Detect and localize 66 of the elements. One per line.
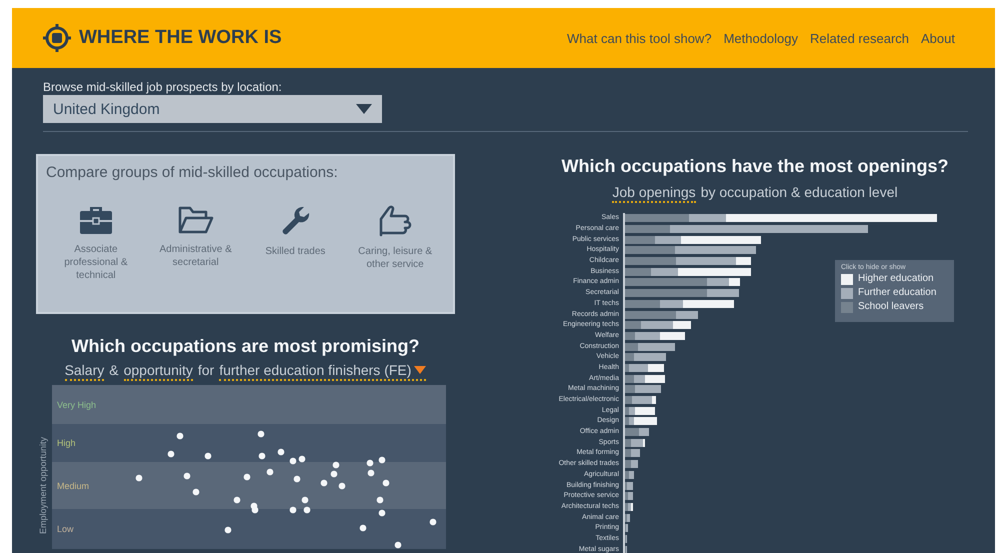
section-title: Which occupations are most promising? (71, 335, 420, 358)
stacked-bar[interactable] (625, 300, 734, 308)
stacked-bar[interactable] (625, 353, 666, 362)
stacked-bar[interactable] (625, 364, 664, 372)
stacked-bar[interactable] (625, 289, 739, 298)
selector-link[interactable]: Job openings (612, 183, 696, 203)
selector-link[interactable]: further education finishers (FE) (219, 361, 426, 381)
wrench-icon (280, 205, 310, 237)
stacked-bar[interactable] (625, 482, 633, 490)
nav-link[interactable]: About (921, 30, 955, 46)
stacked-bar[interactable] (625, 514, 630, 522)
selector-link[interactable]: Salary (64, 361, 104, 381)
stacked-bar[interactable] (625, 278, 740, 286)
stacked-bar[interactable] (625, 428, 649, 436)
stacked-bar[interactable] (625, 342, 675, 351)
stacked-bar[interactable] (625, 257, 751, 266)
stacked-bar[interactable] (625, 225, 868, 234)
nav-link[interactable]: What can this tool show? (567, 30, 712, 46)
stacked-bar[interactable] (625, 524, 628, 532)
selector-link[interactable]: opportunity (124, 361, 193, 381)
stacked-bar[interactable] (625, 470, 634, 479)
legend-item[interactable]: Higher education (841, 273, 948, 285)
site-title[interactable]: WHERE THE WORK IS (79, 27, 282, 49)
stacked-bar[interactable] (625, 310, 698, 319)
stacked-bar[interactable] (625, 268, 751, 276)
band-label: Very High (57, 400, 96, 410)
stacked-bar[interactable] (625, 321, 691, 330)
legend-item[interactable]: Further education (841, 287, 948, 299)
stacked-bar[interactable] (625, 492, 633, 500)
briefcase-icon (78, 205, 113, 235)
legend-item[interactable]: School leavers (841, 301, 948, 313)
panel-title: Compare groups of mid-skilled occupations: (46, 164, 339, 181)
stacked-bar[interactable] (625, 406, 655, 415)
stacked-bar[interactable] (625, 396, 656, 404)
subtitle-text: for (198, 361, 214, 380)
section-title: Which occupations have the most openings? (561, 155, 949, 178)
stacked-bar[interactable] (625, 460, 638, 468)
hand-icon (378, 205, 412, 237)
stacked-bar[interactable] (625, 385, 661, 394)
band-label: High (57, 438, 76, 448)
target-icon (43, 24, 71, 52)
location-dropdown[interactable]: United Kingdom (43, 95, 382, 123)
stacked-bar[interactable] (625, 417, 657, 426)
subtitle-text: & (109, 361, 119, 380)
group-option[interactable]: Administrative & secretarial (152, 205, 239, 282)
stacked-bar[interactable] (625, 246, 756, 254)
stacked-bar[interactable] (625, 374, 665, 383)
stacked-bar[interactable] (625, 449, 640, 458)
stacked-bar[interactable] (625, 438, 645, 447)
stacked-bar[interactable] (625, 332, 685, 340)
band-label: Medium (57, 480, 90, 490)
stacked-bar[interactable] (625, 236, 761, 244)
stacked-bar[interactable] (625, 214, 937, 222)
caret-icon (356, 104, 372, 114)
nav-link[interactable]: Related research (810, 30, 910, 46)
band-label: Low (57, 524, 74, 534)
axis-label: Employment opportunity (38, 435, 49, 536)
stacked-bar[interactable] (625, 502, 633, 511)
location-label: Browse mid-skilled job prospects by location: (43, 80, 283, 94)
group-option[interactable]: Skilled trades (252, 205, 338, 282)
nav-link[interactable]: Methodology (724, 30, 798, 46)
group-option[interactable]: Associate professional & technical (52, 205, 139, 282)
subtitle-text: by occupation & education level (700, 183, 898, 202)
caret-icon (414, 366, 426, 374)
group-option[interactable]: Caring, leisure & other service (352, 205, 438, 282)
folder-icon (178, 205, 214, 235)
